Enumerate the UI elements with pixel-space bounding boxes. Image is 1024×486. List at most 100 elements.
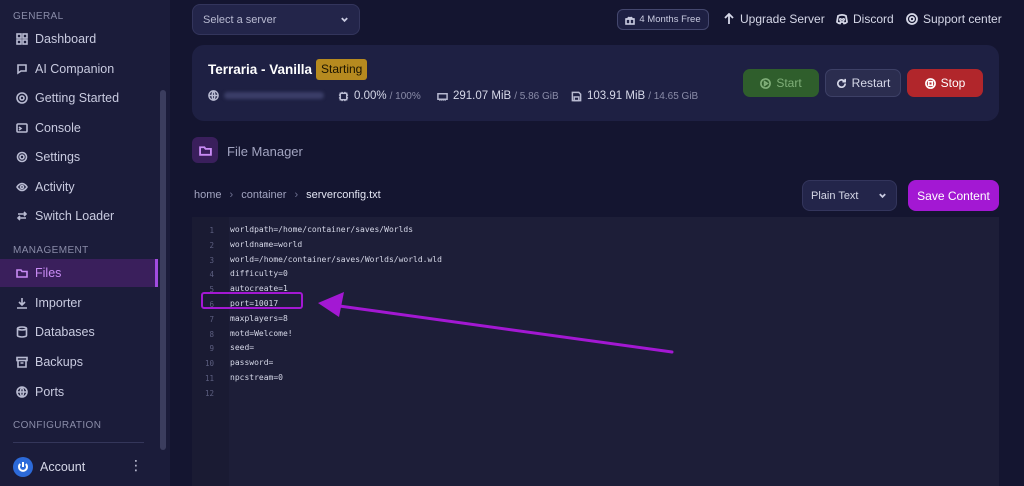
line-number: 1	[209, 226, 214, 235]
stop-button[interactable]: Stop	[907, 69, 983, 97]
sidebar-item-dashboard[interactable]: Dashboard	[0, 25, 158, 53]
line-number: 7	[209, 314, 214, 324]
sidebar-item-label: Importer	[35, 296, 82, 310]
sidebar-item-label: Backups	[35, 355, 83, 369]
sidebar-item-label: Dashboard	[35, 32, 97, 46]
sidebar-section-configuration: CONFIGURATION	[13, 420, 102, 431]
code-line[interactable]: motd=Welcome!	[230, 329, 293, 338]
app-window: GENERAL Dashboard AI Companion Getting S…	[0, 0, 1024, 486]
sidebar-item-label: Getting Started	[35, 91, 120, 105]
support-icon	[906, 13, 918, 25]
disk-value: 103.91 MiB	[587, 90, 646, 102]
support-center-link[interactable]: Support center	[906, 12, 1002, 26]
eye-icon	[16, 182, 28, 192]
sidebar-item-importer[interactable]: Importer	[0, 289, 158, 317]
sidebar-section-general: GENERAL	[13, 11, 64, 22]
memory-value: 291.07 MiB	[453, 90, 512, 102]
discord-link[interactable]: Discord	[836, 12, 894, 26]
memory-icon	[437, 92, 448, 101]
disk-stat: 103.91 MiB / 14.65 GiB	[571, 90, 698, 102]
sidebar-item-databases[interactable]: Databases	[0, 318, 158, 346]
database-icon	[16, 326, 28, 338]
gift-icon	[625, 16, 636, 25]
support-center-label: Support center	[923, 12, 1002, 26]
code-line[interactable]: npcstream=0	[230, 373, 283, 382]
globe-icon	[208, 90, 219, 101]
server-address	[208, 90, 324, 101]
sidebar-item-files[interactable]: Files	[0, 259, 158, 287]
language-select-value: Plain Text	[811, 189, 859, 202]
line-number: 4	[209, 270, 214, 280]
restart-icon	[836, 78, 846, 88]
upgrade-server-link[interactable]: Upgrade Server	[723, 12, 825, 26]
sidebar-item-settings[interactable]: Settings	[0, 143, 158, 171]
arrow-up-icon	[724, 13, 734, 24]
discord-icon	[836, 13, 848, 25]
sidebar-section-management: MANAGEMENT	[13, 245, 89, 256]
restart-label: Restart	[851, 76, 891, 90]
breadcrumb-home[interactable]: home	[194, 189, 222, 201]
globe-icon	[16, 386, 28, 398]
language-select[interactable]: Plain Text	[802, 180, 897, 211]
line-number: 11	[204, 374, 214, 383]
code-line[interactable]: seed=	[230, 343, 254, 352]
code-editor[interactable]: 1 worldpath=/home/container/saves/Worlds 2…	[192, 217, 999, 486]
memory-max: / 5.86 GiB	[514, 90, 559, 102]
server-select[interactable]: Select a server	[192, 4, 360, 35]
terminal-icon	[16, 123, 28, 133]
breadcrumb-container[interactable]: container	[241, 189, 286, 201]
page-title: File Manager	[227, 144, 303, 159]
upgrade-server-label: Upgrade Server	[740, 12, 825, 26]
sidebar-item-backups[interactable]: Backups	[0, 348, 158, 376]
sidebar-item-console[interactable]: Console	[0, 114, 158, 142]
sidebar-item-getting-started[interactable]: Getting Started	[0, 84, 158, 112]
discord-label: Discord	[853, 12, 894, 26]
start-label: Start	[776, 76, 802, 90]
code-line[interactable]: password=	[230, 358, 273, 367]
save-content-button[interactable]: Save Content	[908, 180, 999, 211]
sidebar-item-label: Ports	[35, 385, 65, 399]
code-line[interactable]: world=/home/container/saves/Worlds/world…	[230, 255, 442, 264]
cpu-icon	[338, 91, 349, 101]
server-select-placeholder: Select a server	[203, 13, 277, 26]
breadcrumb-chevron-icon: ›	[229, 189, 234, 201]
cpu-max: / 100%	[389, 90, 421, 102]
cpu-stat: 0.00% / 100%	[338, 90, 421, 102]
folder-icon	[16, 269, 28, 278]
gear-icon	[16, 151, 28, 163]
download-icon	[17, 298, 27, 309]
code-line[interactable]: worldname=world	[230, 240, 302, 249]
archive-icon	[16, 356, 28, 368]
stop-icon	[924, 77, 936, 89]
sidebar-item-label: Databases	[35, 325, 95, 339]
disk-max: / 14.65 GiB	[648, 90, 699, 102]
sidebar-item-label: Console	[35, 121, 81, 135]
line-number: 8	[209, 329, 214, 339]
disk-icon	[571, 91, 582, 101]
line-number: 3	[209, 255, 214, 265]
start-button[interactable]: Start	[743, 69, 819, 97]
code-line[interactable]: worldpath=/home/container/saves/Worlds	[230, 225, 413, 234]
sidebar-item-switch-loader[interactable]: Switch Loader	[0, 202, 158, 230]
line-number: 10	[204, 359, 214, 369]
promo-label: 4 Months Free	[639, 14, 701, 25]
redacted-address	[224, 92, 324, 99]
restart-button[interactable]: Restart	[825, 69, 901, 97]
promo-badge[interactable]: 4 Months Free	[617, 9, 709, 30]
sidebar-item-label: Files	[35, 266, 62, 280]
account-menu-icon[interactable]: ⋮	[129, 457, 143, 474]
sidebar-item-label: AI Companion	[35, 62, 115, 76]
sidebar-item-label: Switch Loader	[35, 209, 115, 223]
sidebar-scrollbar[interactable]	[160, 90, 166, 450]
sidebar-item-ports[interactable]: Ports	[0, 378, 158, 406]
sidebar-divider	[13, 442, 144, 443]
code-line[interactable]: difficulty=0	[230, 269, 288, 278]
account-button[interactable]: Account ⋮	[13, 456, 143, 478]
sidebar-item-activity[interactable]: Activity	[0, 173, 158, 201]
sidebar-item-label: Activity	[35, 180, 75, 194]
sidebar-item-ai-companion[interactable]: AI Companion	[0, 55, 158, 83]
code-line[interactable]: maxplayers=8	[230, 314, 288, 323]
chat-icon	[17, 64, 27, 75]
breadcrumb-current-file: serverconfig.txt	[306, 189, 381, 201]
play-icon	[760, 77, 772, 89]
